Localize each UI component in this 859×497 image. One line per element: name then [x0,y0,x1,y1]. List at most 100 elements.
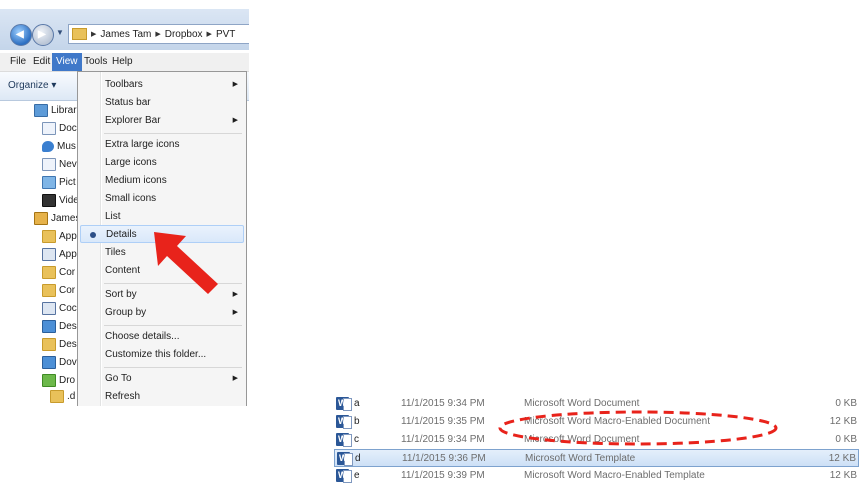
folder-icon [42,229,56,243]
folder-icon [42,265,56,279]
breadcrumb-item[interactable]: James Tam [100,29,151,40]
file-date: 11/1/2015 9:36 PM [402,453,486,464]
menu-help[interactable]: Help [108,53,137,71]
submenu-arrow-icon: ▶ [232,81,238,88]
library-icon [34,103,48,117]
tree-item[interactable]: Pict [42,173,76,191]
organize-button[interactable]: Organize ▾ [8,80,56,91]
menu-item-refresh[interactable]: Refresh [80,388,244,406]
tree-item[interactable]: 20 [50,403,78,406]
file-list-details: a 11/1/2015 9:34 PM Microsoft Word Docum… [334,394,859,497]
tree-item[interactable]: Cor [42,281,75,299]
tree-item[interactable]: James [34,209,80,227]
breadcrumb[interactable]: ▶ James Tam ▶ Dropbox ▶ PVT [68,24,249,44]
tree-item[interactable]: App [42,227,77,245]
forward-button[interactable]: ▶ [32,24,54,46]
forward-arrow-icon: ▶ [38,29,46,40]
documents-icon [42,121,56,135]
menu-item-list[interactable]: List [80,208,244,226]
chevron-right-icon[interactable]: ▶ [207,30,212,38]
menu-tools[interactable]: Tools [80,53,111,71]
menu-item-label: Customize this folder... [105,349,207,360]
menu-item-go-to[interactable]: Go To ▶ [80,370,244,388]
menu-item-small-icons[interactable]: Small icons [80,190,244,208]
menu-separator [104,133,242,134]
submenu-arrow-icon: ▶ [232,117,238,124]
chevron-right-icon[interactable]: ▶ [155,30,160,38]
tree-item[interactable]: Coc [42,299,77,317]
menu-item-choose-details[interactable]: Choose details... [80,328,244,346]
tree-item-label: Mus [57,140,76,152]
folder-icon [50,389,64,403]
folder-icon [42,157,56,171]
file-size: 12 KB [829,470,857,481]
red-arrow-annotation [154,232,218,294]
menu-item-large-icons[interactable]: Large icons [80,154,244,172]
menu-item-toolbars[interactable]: Toolbars ▶ [80,76,244,94]
menu-edit[interactable]: Edit [29,53,54,71]
tree-item[interactable]: App [42,245,77,263]
file-row[interactable]: b 11/1/2015 9:35 PM Microsoft Word Macro… [334,412,859,431]
user-folder-icon [34,211,48,225]
menu-item-label: List [105,211,121,222]
tree-item-label: App [59,248,77,260]
menu-item-label: Explorer Bar [105,115,161,126]
menu-item-medium-icons[interactable]: Medium icons [80,172,244,190]
explorer-window: ◀ ▶ ▼ ▶ James Tam ▶ Dropbox ▶ PVT File E… [0,0,249,406]
back-button[interactable]: ◀ [10,24,32,46]
file-type: Microsoft Word Template [525,453,636,464]
file-name: e [354,470,360,481]
file-row[interactable]: a 11/1/2015 9:34 PM Microsoft Word Docum… [334,394,859,413]
radio-bullet-icon [90,232,96,238]
tree-item-label: .d [67,390,76,402]
menu-item-customize-folder[interactable]: Customize this folder... [80,346,244,364]
menu-item-explorer-bar[interactable]: Explorer Bar ▶ [80,112,244,130]
breadcrumb-item[interactable]: PVT [216,29,235,40]
recent-pages-dropdown-icon[interactable]: ▼ [56,28,64,37]
tree-item[interactable]: Doc [42,119,77,137]
tree-item[interactable]: Nev [42,155,77,173]
tree-item-label: Dov [59,356,77,368]
file-date: 11/1/2015 9:35 PM [401,416,485,427]
menu-item-label: Small icons [105,193,157,204]
menu-item-extra-large-icons[interactable]: Extra large icons [80,136,244,154]
file-row[interactable]: c 11/1/2015 9:34 PM Microsoft Word Docum… [334,430,859,449]
file-row[interactable]: e 11/1/2015 9:39 PM Microsoft Word Macro… [334,466,859,485]
menu-item-status-bar[interactable]: Status bar [80,94,244,112]
file-type: Microsoft Word Document [524,398,640,409]
folder-icon [50,405,64,406]
menu-item-label: Go To [105,373,132,384]
tree-item[interactable]: Librar [34,101,77,119]
tree-item-label: Dro [59,374,76,386]
menu-item-label: Details [106,229,137,240]
chevron-right-icon[interactable]: ▶ [91,30,96,38]
tree-item-label: Nev [59,158,77,170]
menu-item-group-by[interactable]: Group by ▶ [80,304,244,322]
menu-item-label: Content [105,265,141,276]
menu-item-label: Status bar [105,97,151,108]
menu-item-label: Choose details... [105,331,180,342]
tree-item[interactable]: Mus [42,137,76,155]
tree-item[interactable]: Cor [42,263,75,281]
tree-item[interactable]: Dov [42,353,77,371]
blue-folder-icon [42,319,56,333]
menu-separator [104,325,242,326]
file-type: Microsoft Word Document [524,434,640,445]
special-folder-icon [42,301,56,315]
word-macro-template-icon [336,466,352,484]
menu-view[interactable]: View [52,53,82,71]
tree-item[interactable]: Des [42,317,77,335]
address-bar: ◀ ▶ ▼ ▶ James Tam ▶ Dropbox ▶ PVT [0,9,249,50]
file-date: 11/1/2015 9:39 PM [401,470,485,481]
menu-file[interactable]: File [6,53,30,71]
word-template-icon [337,449,353,467]
tree-item[interactable]: Des [42,335,77,353]
menu-item-label: Group by [105,307,147,318]
file-size: 12 KB [829,416,857,427]
file-row-selected[interactable]: d 11/1/2015 9:36 PM Microsoft Word Templ… [334,449,859,467]
menu-item-label: Tiles [105,247,126,258]
folder-icon [42,283,56,297]
file-size: 0 KB [835,434,857,445]
breadcrumb-item[interactable]: Dropbox [165,29,203,40]
tree-item[interactable]: Vide [42,191,79,209]
